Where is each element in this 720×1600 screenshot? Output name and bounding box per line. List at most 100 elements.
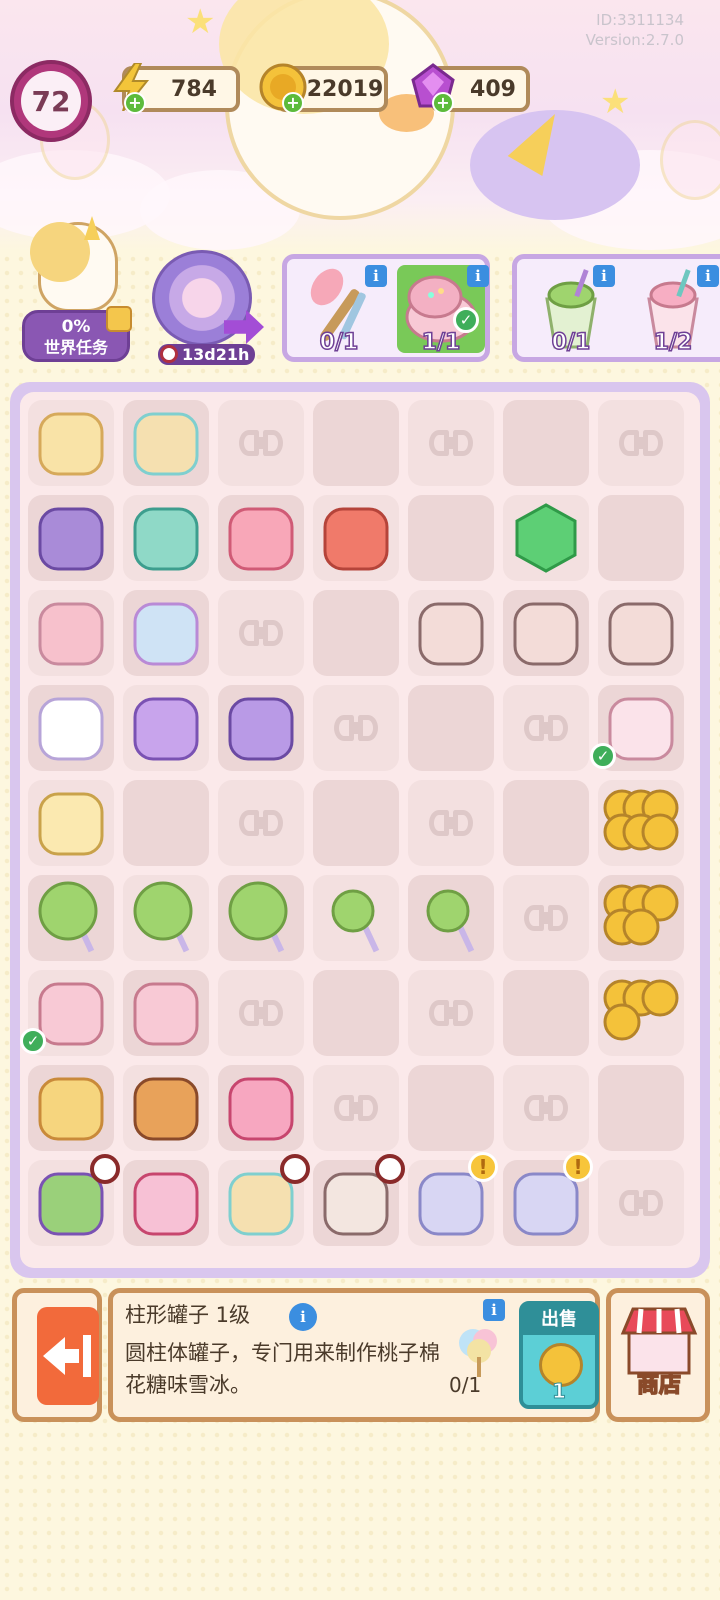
info-icon[interactable]: i — [593, 265, 615, 287]
board-cell-empty[interactable] — [218, 970, 304, 1056]
board-cell[interactable] — [123, 1065, 209, 1151]
board-cell-empty[interactable] — [503, 1065, 589, 1151]
board-cell[interactable] — [598, 970, 684, 1056]
board-cell[interactable] — [598, 780, 684, 866]
board-cell-empty[interactable] — [313, 590, 399, 676]
pink-nightstand-icon — [418, 602, 484, 666]
board-cell-empty[interactable] — [218, 400, 304, 486]
gift-box-ribbon-shape — [133, 412, 199, 476]
infinity-hexagon-shape — [515, 503, 577, 573]
pink-drawer-shape — [513, 602, 579, 666]
board-cell[interactable] — [123, 590, 209, 676]
order-count: 0/1 — [551, 329, 591, 356]
item-info-icon[interactable]: i — [289, 1303, 317, 1331]
coin-icon — [622, 908, 660, 946]
green-lollipop-stick-shape — [331, 889, 375, 933]
clock-icon — [280, 1154, 310, 1184]
board-cell-empty[interactable] — [313, 400, 399, 486]
board-cell-empty[interactable] — [408, 1065, 494, 1151]
board-cell-empty[interactable] — [503, 970, 589, 1056]
clock-icon — [160, 345, 178, 363]
sell-button[interactable]: 出售 1 — [519, 1301, 599, 1409]
exit-button[interactable] — [37, 1307, 99, 1405]
board-cell[interactable] — [28, 1154, 120, 1246]
board-cell-empty[interactable] — [408, 685, 494, 771]
shop-button[interactable]: 商店 — [619, 1299, 699, 1413]
board-cell-empty[interactable] — [313, 1065, 399, 1151]
info-icon[interactable]: i — [365, 265, 387, 287]
board-cell[interactable] — [123, 495, 209, 581]
board-cell-empty[interactable] — [503, 685, 589, 771]
board-cell[interactable] — [313, 495, 399, 581]
board-cell[interactable] — [503, 590, 589, 676]
board-cell[interactable]: ✓ — [590, 685, 684, 771]
board-cell[interactable] — [28, 780, 114, 866]
board-cell-empty[interactable] — [503, 875, 589, 961]
board-cell[interactable] — [503, 495, 589, 581]
bow-icon — [334, 711, 378, 745]
board-cell[interactable] — [28, 875, 114, 961]
world-task-button[interactable]: 0% 世界任务 — [22, 216, 132, 362]
order-count: 1/1 — [421, 329, 461, 356]
order-card-2[interactable]: 0/1 i 1/2 i — [512, 254, 720, 362]
board-cell-empty[interactable] — [218, 590, 304, 676]
add-energy-button[interactable]: + — [124, 92, 146, 114]
board-cell[interactable] — [123, 875, 209, 961]
board-cell-empty[interactable] — [218, 780, 304, 866]
info-icon[interactable]: i — [467, 265, 489, 287]
board-cell[interactable] — [123, 1160, 209, 1246]
info-icon[interactable]: i — [483, 1299, 505, 1321]
board-cell[interactable] — [123, 400, 209, 486]
board-cell[interactable] — [598, 875, 684, 961]
board-cell-empty[interactable] — [598, 495, 684, 581]
board-cell-empty[interactable] — [313, 780, 399, 866]
board-cell[interactable]: ✓ — [20, 970, 114, 1056]
board-cell[interactable] — [218, 1154, 310, 1246]
board-cell-empty[interactable] — [408, 495, 494, 581]
pink-cabinet-icon — [608, 602, 674, 666]
board-cell-empty[interactable] — [598, 1160, 684, 1246]
board-cell[interactable] — [218, 1065, 304, 1151]
event-button[interactable]: 13d21h — [148, 250, 268, 365]
board-cell-empty[interactable] — [123, 780, 209, 866]
board-cell[interactable] — [123, 685, 209, 771]
red-hamster-plush-shape — [323, 507, 389, 571]
board-cell-empty[interactable] — [313, 970, 399, 1056]
board-cell[interactable]: ! — [503, 1152, 593, 1246]
level-badge[interactable]: 72 — [10, 60, 92, 142]
board-cell-empty[interactable] — [408, 780, 494, 866]
board-cell-empty[interactable] — [313, 685, 399, 771]
board-cell[interactable]: ! — [408, 1152, 498, 1246]
board-cell[interactable] — [218, 685, 304, 771]
board-cell[interactable] — [28, 1065, 114, 1151]
board-cell[interactable] — [313, 1154, 405, 1246]
board-cell[interactable] — [28, 685, 114, 771]
lint-roller-icon — [133, 982, 199, 1046]
board-cell-empty[interactable] — [408, 970, 494, 1056]
board-cell[interactable] — [408, 875, 494, 961]
board-cell[interactable] — [123, 970, 209, 1056]
clock-icon — [90, 1154, 120, 1184]
board-cell-empty[interactable] — [408, 400, 494, 486]
board-cell[interactable] — [28, 590, 114, 676]
add-gems-button[interactable]: + — [432, 92, 454, 114]
board-cell[interactable] — [408, 590, 494, 676]
gold-coins-small-icon — [603, 979, 679, 1041]
add-coins-button[interactable]: + — [282, 92, 304, 114]
bow-part — [540, 912, 552, 924]
order-card-1[interactable]: 0/1 i 1/1 i ✓ — [282, 254, 490, 362]
board-cell-empty[interactable] — [503, 400, 589, 486]
purple-bear-plush-shape — [38, 507, 104, 571]
board-cell-empty[interactable] — [598, 1065, 684, 1151]
info-icon[interactable]: i — [697, 265, 719, 287]
board-cell[interactable] — [28, 495, 114, 581]
board-cell[interactable] — [598, 590, 684, 676]
board-cell[interactable] — [313, 875, 399, 961]
board-cell-empty[interactable] — [598, 400, 684, 486]
board-cell[interactable] — [218, 495, 304, 581]
board-cell[interactable] — [218, 875, 304, 961]
bow-part — [445, 1007, 457, 1019]
pink-marshmallow-icon — [38, 602, 104, 666]
board-cell[interactable] — [28, 400, 114, 486]
board-cell-empty[interactable] — [503, 780, 589, 866]
